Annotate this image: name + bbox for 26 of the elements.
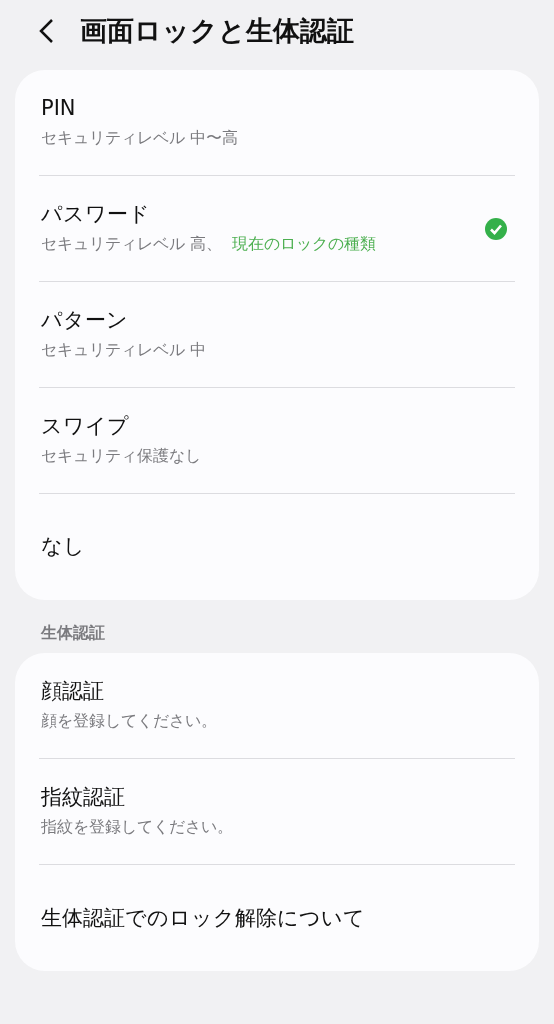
item-title: 生体認証でのロック解除について <box>41 904 366 932</box>
section-heading: 生体認証 <box>39 623 106 644</box>
list-item[interactable]: パスワード セキュリティレベル 高、 現在のロックの種類 <box>39 176 515 282</box>
item-title: なし <box>41 533 86 561</box>
list-item[interactable]: 生体認証でのロック解除について <box>39 865 515 972</box>
item-title: PIN <box>41 95 77 123</box>
item-subtitle: 指紋を登録してください。 <box>41 816 233 838</box>
item-subtitle: セキュリティレベル 高、 <box>41 233 222 255</box>
item-subtitle: セキュリティレベル 中 <box>41 339 206 361</box>
back-icon[interactable] <box>38 18 54 44</box>
item-subtitle: セキュリティ保護なし <box>41 445 201 467</box>
list-item[interactable]: 顔認証 顔を登録してください。 <box>39 653 515 760</box>
list-item[interactable]: PIN セキュリティレベル 中〜高 <box>39 70 515 176</box>
item-title: パターン <box>41 307 129 335</box>
status-text: 現在のロックの種類 <box>231 233 376 255</box>
item-title: スワイプ <box>41 413 130 441</box>
item-subtitle: セキュリティレベル 中〜高 <box>41 127 238 149</box>
item-title: 指紋認証 <box>41 784 126 812</box>
item-title: パスワード <box>41 201 151 229</box>
page-title: 画面ロックと生体認証 <box>80 13 354 48</box>
list-item[interactable]: なし <box>39 494 515 600</box>
item-title: 顔認証 <box>41 678 105 706</box>
item-subtitle: 顔を登録してください。 <box>41 710 217 732</box>
list-item[interactable]: 指紋認証 指紋を登録してください。 <box>39 759 515 866</box>
list-item[interactable]: スワイプ セキュリティ保護なし <box>39 388 515 494</box>
list-item[interactable]: パターン セキュリティレベル 中 <box>39 282 515 388</box>
